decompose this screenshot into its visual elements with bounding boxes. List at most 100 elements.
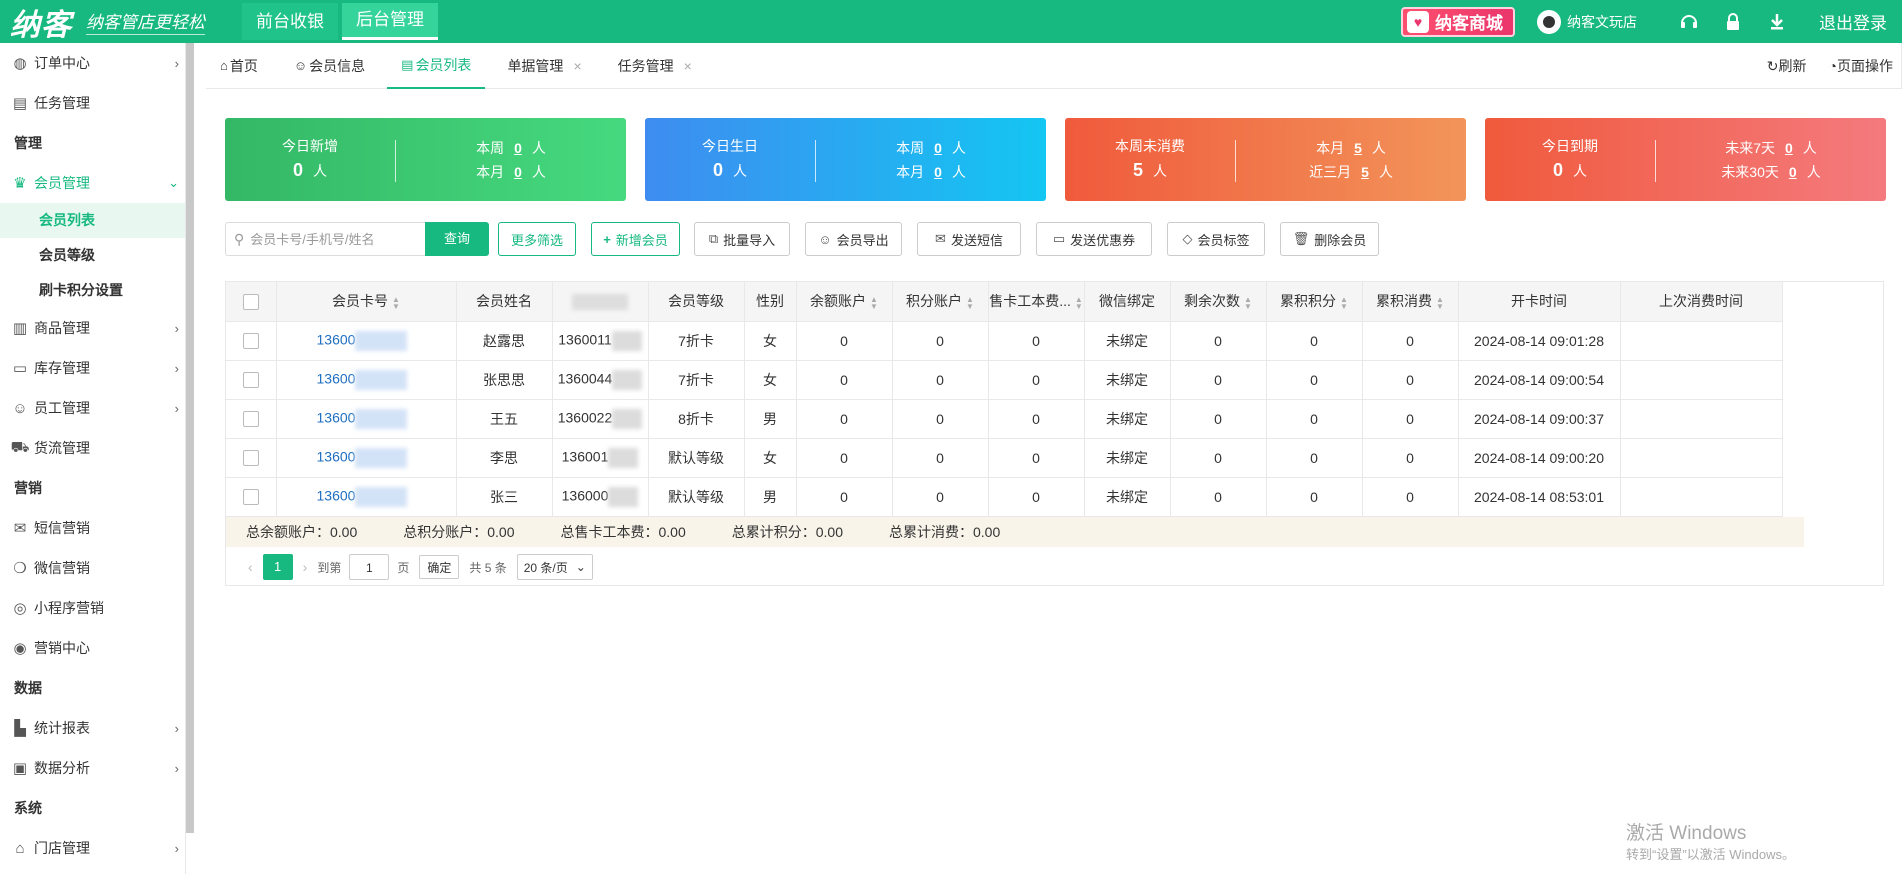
top-tabs: 前台收银 后台管理 — [242, 0, 442, 43]
sidebar-item-analysis[interactable]: ▣ 数据分析 › — [0, 748, 185, 788]
brand-logo[interactable]: 纳客 纳客管店更轻松 — [0, 0, 240, 43]
sidebar-item-orders[interactable]: ◍ 订单中心 › — [0, 43, 185, 83]
sidebar-item-goods[interactable]: ▥ 商品管理 › — [0, 308, 185, 348]
col-points[interactable]: 积分账户 ▲ ▼ — [892, 282, 989, 322]
tab-documents[interactable]: 单据管理 × — [493, 43, 595, 89]
query-button[interactable]: 查询 — [425, 222, 489, 256]
lock-icon[interactable] — [1711, 0, 1755, 43]
table-row[interactable]: 13600 张三 136000 默认等级 男 0 0 0 未绑定 0 0 0 2… — [226, 477, 1783, 517]
user-icon: ☺ — [293, 57, 308, 73]
select-all-checkbox[interactable] — [226, 282, 277, 322]
sidebar-sub-member-level[interactable]: 会员等级 — [0, 238, 185, 273]
send-coupon-button[interactable]: ▭ 发送优惠券 — [1036, 222, 1152, 256]
table-row[interactable]: 13600 李思 136001 默认等级 女 0 0 0 未绑定 0 0 0 2… — [226, 438, 1783, 478]
card-no-link[interactable]: 13600 — [276, 360, 457, 400]
card-no-link[interactable]: 13600 — [276, 399, 457, 439]
table-header-row: 会员卡号 ▲ ▼ 会员姓名 会员等级 性别 余额账户 ▲ ▼ 积分账户 ▲ ▼ 售卡工本费.… — [226, 282, 1783, 322]
send-sms-button[interactable]: ✉ 发送短信 — [917, 222, 1021, 256]
sort-icon: ▲ ▼ — [1436, 294, 1444, 311]
row-checkbox[interactable] — [226, 321, 277, 361]
sidebar-item-sms[interactable]: ✉ 短信营销 — [0, 508, 185, 548]
tab-front-cashier[interactable]: 前台收银 — [242, 3, 338, 40]
add-member-button[interactable]: + 新增会员 — [591, 222, 680, 256]
coupon-icon: ▭ — [1052, 231, 1066, 246]
goto-page-input[interactable]: 1 — [349, 554, 390, 580]
sidebar-scrollbar[interactable] — [186, 43, 194, 833]
col-open-time: 开卡时间 — [1458, 282, 1621, 322]
sidebar-item-miniprogram[interactable]: ◎ 小程序营销 — [0, 588, 185, 628]
tab-tasks[interactable]: 任务管理 × — [604, 43, 706, 89]
tab-member-list[interactable]: ▤ 会员列表 — [387, 43, 486, 89]
sort-icon: ▲ ▼ — [966, 294, 974, 311]
row-checkbox[interactable] — [226, 399, 277, 439]
card-no-link[interactable]: 13600 — [276, 438, 457, 478]
logout-link[interactable]: 退出登录 — [1819, 9, 1887, 34]
sidebar-item-wechat[interactable]: ❍ 微信营销 — [0, 548, 185, 588]
page-number-current[interactable]: 1 — [262, 554, 293, 580]
chevron-right-icon: › — [174, 320, 179, 336]
stat-card-new-today[interactable]: 今日新增 0 人 本周 0 人 本月 0 人 — [225, 118, 626, 201]
row-checkbox[interactable] — [226, 360, 277, 400]
close-icon[interactable]: × — [684, 43, 692, 89]
sidebar-item-store[interactable]: ⌂ 门店管理 › — [0, 828, 185, 868]
col-times[interactable]: 剩余次数 ▲ ▼ — [1170, 282, 1267, 322]
plus-icon: + — [603, 231, 611, 247]
stat-card-birthday-today[interactable]: 今日生日 0 人 本周 0 人 本月 0 人 — [645, 118, 1046, 201]
sidebar-item-logistics[interactable]: ⛟ 货流管理 — [0, 428, 185, 468]
next-page-icon[interactable]: › — [303, 559, 308, 575]
close-icon[interactable]: × — [573, 43, 581, 89]
headset-icon[interactable] — [1667, 0, 1711, 43]
col-card-no[interactable]: 会员卡号 ▲ ▼ — [276, 282, 457, 322]
sidebar-item-tasks[interactable]: ▤ 任务管理 — [0, 83, 185, 123]
export-button[interactable]: ☺ 会员导出 — [805, 222, 902, 256]
download-icon[interactable] — [1755, 0, 1799, 43]
user-export-icon: ☺ — [818, 231, 832, 247]
delete-member-button[interactable]: 🗑 删除会员 — [1280, 222, 1379, 256]
table-summary: 总余额账户：0.00 总积分账户：0.00 总售卡工本费：0.00 总累计积分：… — [226, 516, 1804, 547]
col-acc-points[interactable]: 累积积分 ▲ ▼ — [1266, 282, 1363, 322]
sidebar-group-marketing: 营销 — [14, 480, 42, 496]
sidebar-item-staff[interactable]: ☺ 员工管理 › — [0, 388, 185, 428]
avatar[interactable] — [1537, 9, 1561, 34]
card-no-link[interactable]: 13600 — [276, 477, 457, 517]
refresh-button[interactable]: ↻刷新 — [1767, 56, 1807, 76]
col-acc-spend[interactable]: 累积消费 ▲ ▼ — [1362, 282, 1459, 322]
col-phone — [552, 282, 649, 322]
stat-card-expiring-today[interactable]: 今日到期 0 人 未来7天 0 人 未来30天 0 人 — [1485, 118, 1886, 201]
more-filter-button[interactable]: 更多筛选 — [498, 222, 576, 256]
table-row[interactable]: 13600 赵露思 1360011 7折卡 女 0 0 0 未绑定 0 0 0 … — [226, 321, 1783, 361]
chevron-down-icon: ⌄ — [575, 560, 586, 574]
batch-import-button[interactable]: ⧉ 批量导入 — [694, 222, 790, 256]
page-size-select[interactable]: 20 条/页 ⌄ — [516, 554, 593, 580]
tab-backend-admin[interactable]: 后台管理 — [342, 3, 438, 40]
table-row[interactable]: 13600 王五 1360022 8折卡 男 0 0 0 未绑定 0 0 0 2… — [226, 399, 1783, 439]
stat-card-no-spend-week[interactable]: 本周未消费 5 人 本月 5 人 近三月 5 人 — [1065, 118, 1466, 201]
sidebar-item-reports[interactable]: ▙ 统计报表 › — [0, 708, 185, 748]
tab-member-info[interactable]: ☺ 会员信息 — [280, 43, 379, 89]
sidebar-item-marketing-center[interactable]: ◉ 营销中心 — [0, 628, 185, 668]
table-row[interactable]: 13600 张思思 1360044 7折卡 女 0 0 0 未绑定 0 0 0 … — [226, 360, 1783, 400]
store-name[interactable]: 纳客文玩店 — [1567, 12, 1637, 32]
col-balance[interactable]: 余额账户 ▲ ▼ — [796, 282, 893, 322]
total-count: 共 5 条 — [469, 560, 507, 575]
wechat-icon: ❍ — [13, 560, 27, 577]
col-card-fee[interactable]: 售卡工本费... ▲ ▼ — [988, 282, 1085, 322]
sidebar-sub-member-list[interactable]: 会员列表 — [0, 203, 185, 238]
goto-confirm-button[interactable]: 确定 — [419, 555, 460, 579]
mall-button[interactable]: ♥ 纳客商城 — [1401, 6, 1515, 37]
sidebar-item-members[interactable]: ♛ 会员管理 ⌄ — [0, 163, 185, 203]
chevron-right-icon: › — [174, 400, 179, 416]
target-icon: ◉ — [13, 640, 27, 657]
truck-icon: ⛟ — [10, 438, 30, 456]
sort-icon: ▲ ▼ — [1244, 294, 1252, 311]
member-tags-button[interactable]: ◇ 会员标签 — [1167, 222, 1265, 256]
tab-home[interactable]: ⌂ 首页 — [206, 43, 272, 89]
sidebar-item-inventory[interactable]: ▭ 库存管理 › — [0, 348, 185, 388]
card-no-link[interactable]: 13600 — [276, 321, 457, 361]
row-checkbox[interactable] — [226, 438, 277, 478]
search-input[interactable] — [250, 231, 421, 247]
sidebar-sub-points-settings[interactable]: 刷卡积分设置 — [0, 273, 185, 308]
row-checkbox[interactable] — [226, 477, 277, 517]
page-ops-button[interactable]: ◔页面操作 — [1829, 56, 1893, 76]
prev-page-icon[interactable]: ‹ — [248, 559, 253, 575]
